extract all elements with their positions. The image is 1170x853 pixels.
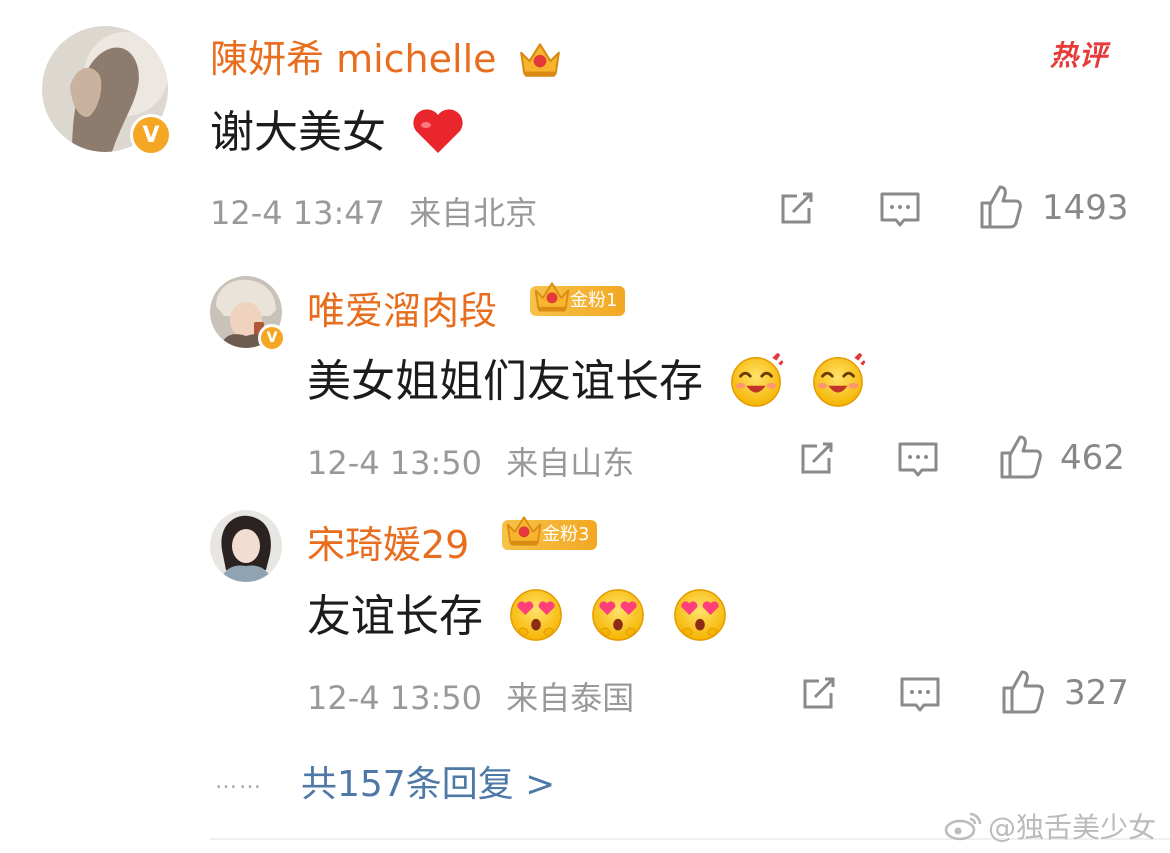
red-heart-icon <box>413 109 463 153</box>
crown-icon <box>504 510 544 550</box>
comment-meta: 12-4 13:47 来自北京 <box>210 188 537 234</box>
like-count: 462 <box>1060 438 1125 478</box>
comment-text-content: 美女姐姐们友谊长存 <box>307 356 703 407</box>
fan-badge-label: 金粉1 <box>570 290 618 311</box>
heart-eyes-emoji <box>589 586 647 644</box>
hot-comment-label: 热评 <box>1050 39 1109 72</box>
share-button[interactable] <box>797 671 841 715</box>
verified-v-icon: V <box>130 114 172 156</box>
avatar-image <box>210 510 282 582</box>
share-button[interactable] <box>795 436 839 480</box>
like-button[interactable] <box>998 668 1046 716</box>
blushing-happy-emoji <box>727 351 785 409</box>
like-count: 327 <box>1064 673 1129 713</box>
thumbs-up-icon <box>976 183 1024 231</box>
comment-meta: 12-4 13:50 来自泰国 <box>307 673 634 719</box>
avatar[interactable] <box>210 510 282 582</box>
comment-text-content: 友谊长存 <box>307 591 483 642</box>
more-replies[interactable]: …… 共157条回复 > <box>215 755 555 807</box>
like-count: 1493 <box>1042 188 1129 228</box>
comment-text: 友谊长存 <box>307 580 729 644</box>
share-icon <box>797 671 841 715</box>
like-button[interactable] <box>976 183 1024 231</box>
comment-icon <box>898 673 942 717</box>
verified-v-icon: V <box>258 324 286 352</box>
like-button[interactable] <box>996 433 1044 481</box>
blushing-happy-emoji <box>809 351 867 409</box>
comment-time: 12-4 13:50 <box>307 444 483 482</box>
username[interactable]: 陳妍希 michelle <box>210 28 563 83</box>
comment-time: 12-4 13:50 <box>307 679 483 717</box>
comment-location: 来自山东 <box>506 444 635 482</box>
username-text: 陳妍希 michelle <box>210 37 497 81</box>
username-text: 宋琦媛29 <box>307 523 470 567</box>
username[interactable]: 唯爱溜肉段 <box>307 280 497 335</box>
comment-text: 谢大美女 <box>210 96 466 160</box>
fan-badge-label: 金粉3 <box>542 524 590 545</box>
thumbs-up-icon <box>998 668 1046 716</box>
username-text: 唯爱溜肉段 <box>307 289 498 333</box>
fan-badge: 金粉1 <box>530 286 626 316</box>
heart-eyes-emoji <box>671 586 729 644</box>
username[interactable]: 宋琦媛29 <box>307 514 469 569</box>
reply-button[interactable] <box>898 673 942 717</box>
share-icon <box>775 186 819 230</box>
share-button[interactable] <box>775 186 819 230</box>
heart-eyes-emoji <box>507 586 565 644</box>
comment-meta: 12-4 13:50 来自山东 <box>307 438 634 484</box>
crown-icon <box>517 37 563 81</box>
thumbs-up-icon <box>996 433 1044 481</box>
share-icon <box>795 436 839 480</box>
watermark: @独舌美少女 <box>944 806 1156 846</box>
comment-location: 来自北京 <box>409 194 538 232</box>
comment-text-content: 谢大美女 <box>210 107 386 158</box>
more-replies-link[interactable]: 共157条回复 > <box>301 755 555 807</box>
comment-location: 来自泰国 <box>506 679 635 717</box>
comment-time: 12-4 13:47 <box>210 194 386 232</box>
reply-button[interactable] <box>896 438 940 482</box>
watermark-text: @独舌美少女 <box>987 811 1156 844</box>
more-dots: …… <box>215 768 263 794</box>
weibo-logo-icon <box>944 812 982 841</box>
comment-icon <box>878 188 922 232</box>
fan-badge: 金粉3 <box>502 520 598 550</box>
crown-icon <box>532 276 572 316</box>
reply-button[interactable] <box>878 188 922 232</box>
comment-text: 美女姐姐们友谊长存 <box>307 345 867 409</box>
comment-icon <box>896 438 940 482</box>
